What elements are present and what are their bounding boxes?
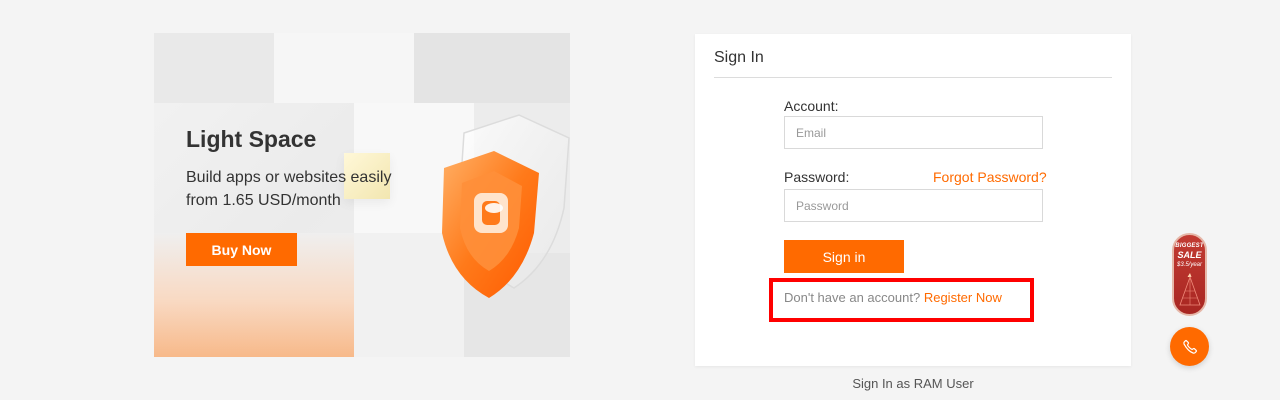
- password-field[interactable]: [784, 189, 1043, 222]
- register-prompt: Don't have an account?: [784, 290, 921, 305]
- shield-icon: [424, 113, 570, 313]
- promo-banner[interactable]: Light Space Build apps or websites easil…: [154, 33, 570, 357]
- banner-title: Light Space: [186, 126, 317, 152]
- forgot-password-link[interactable]: Forgot Password?: [933, 169, 1047, 185]
- email-field[interactable]: [784, 116, 1043, 149]
- banner-tile: [154, 33, 274, 103]
- buy-now-button[interactable]: Buy Now: [186, 233, 297, 266]
- register-row: Don't have an account? Register Now: [784, 290, 1002, 305]
- sign-in-button[interactable]: Sign in: [784, 240, 904, 273]
- divider: [714, 77, 1112, 78]
- banner-tile: [274, 33, 414, 103]
- register-now-link[interactable]: Register Now: [924, 290, 1002, 305]
- account-label: Account:: [784, 98, 839, 114]
- sale-badge-line1: BIGGEST: [1175, 243, 1204, 249]
- sale-badge[interactable]: BIGGEST SALE $3.5/year: [1172, 233, 1207, 316]
- phone-icon: [1182, 339, 1197, 354]
- password-label: Password:: [784, 169, 850, 185]
- banner-tile: [414, 33, 570, 103]
- sign-in-card: Sign In Account: Password: Forgot Passwo…: [695, 34, 1131, 366]
- sale-badge-line2: SALE: [1177, 250, 1202, 260]
- ram-user-sign-in-link[interactable]: Sign In as RAM User: [695, 376, 1131, 391]
- sign-in-title: Sign In: [714, 49, 764, 66]
- sale-badge-line3: $3.5/year: [1176, 262, 1203, 268]
- banner-subtitle: Build apps or websites easily from 1.65 …: [186, 169, 392, 209]
- contact-phone-button[interactable]: [1170, 327, 1209, 366]
- tree-icon: [1178, 273, 1201, 306]
